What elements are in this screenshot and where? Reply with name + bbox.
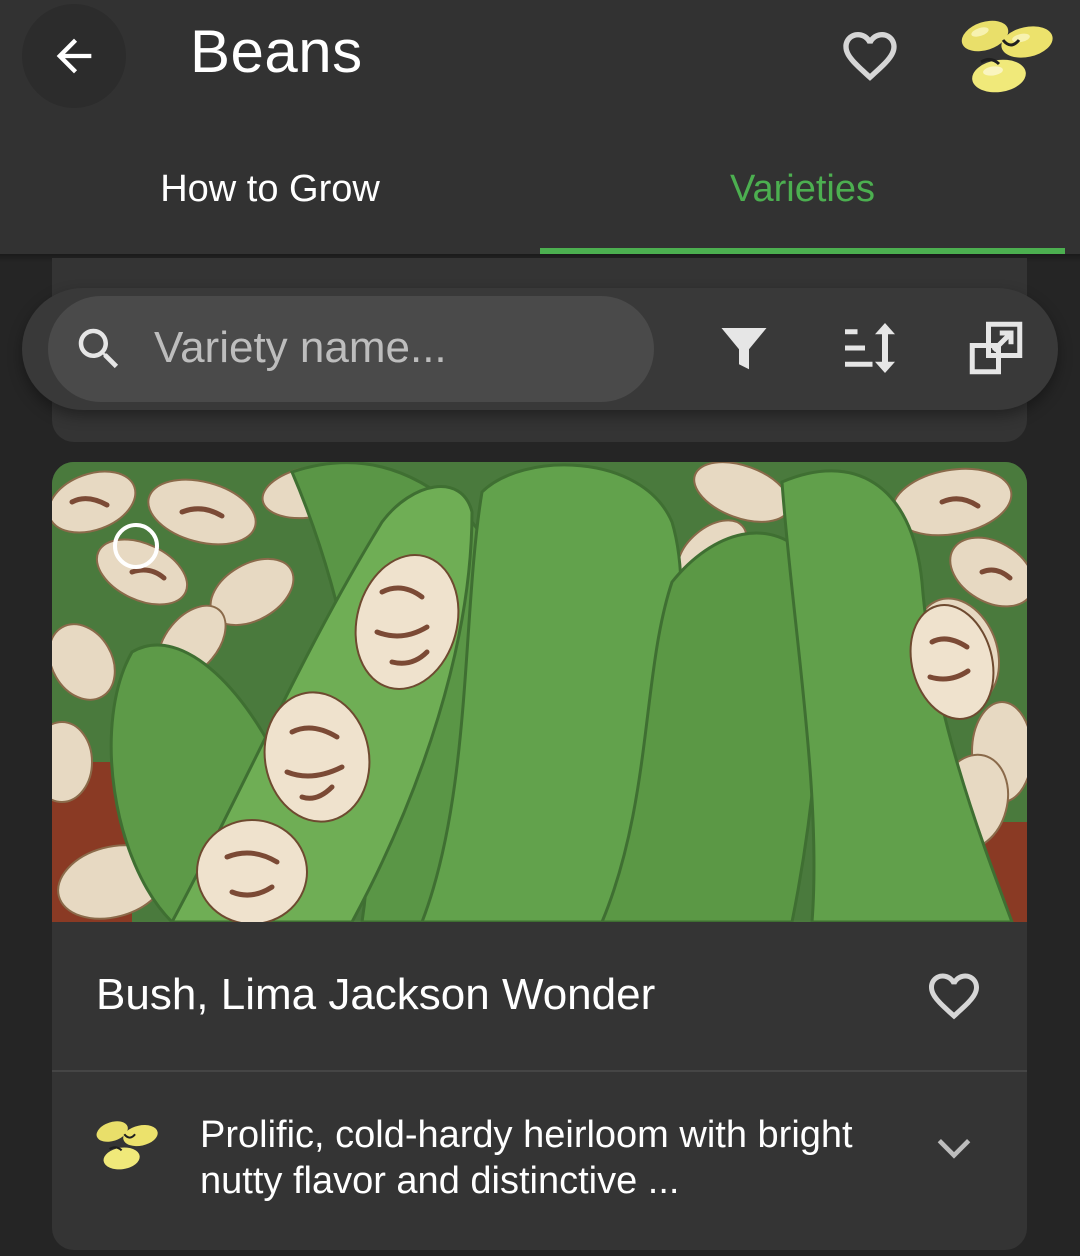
compare-icon[interactable] bbox=[966, 318, 1026, 378]
variety-card[interactable]: Bush, Lima Jackson Wonder Prolific, cold… bbox=[52, 462, 1027, 1250]
lima-beans-illustration bbox=[52, 462, 1027, 922]
search-icon bbox=[78, 328, 119, 369]
favorite-icon[interactable] bbox=[838, 24, 902, 88]
arrow-left-icon bbox=[56, 38, 92, 74]
favorite-icon[interactable] bbox=[924, 966, 984, 1026]
select-checkbox[interactable] bbox=[113, 523, 159, 569]
tab-varieties[interactable]: Varieties bbox=[540, 164, 1065, 214]
variety-photo bbox=[52, 462, 1027, 922]
tab-how-to-grow[interactable]: How to Grow bbox=[0, 164, 540, 214]
sort-icon[interactable] bbox=[840, 318, 900, 378]
app-header: Beans How to Grow Varieties bbox=[0, 0, 1080, 254]
page-title: Beans bbox=[190, 18, 363, 85]
card-divider bbox=[52, 1070, 1027, 1072]
back-button[interactable] bbox=[22, 4, 126, 108]
chevron-down-icon[interactable] bbox=[932, 1126, 976, 1170]
search-input[interactable] bbox=[152, 318, 632, 378]
filter-icon[interactable] bbox=[714, 318, 774, 378]
bean-icon bbox=[96, 1121, 158, 1170]
variety-title: Bush, Lima Jackson Wonder bbox=[96, 970, 656, 1019]
variety-description: Prolific, cold-hardy heirloom with brigh… bbox=[200, 1114, 853, 1202]
bean-logo-icon bbox=[961, 20, 1053, 93]
